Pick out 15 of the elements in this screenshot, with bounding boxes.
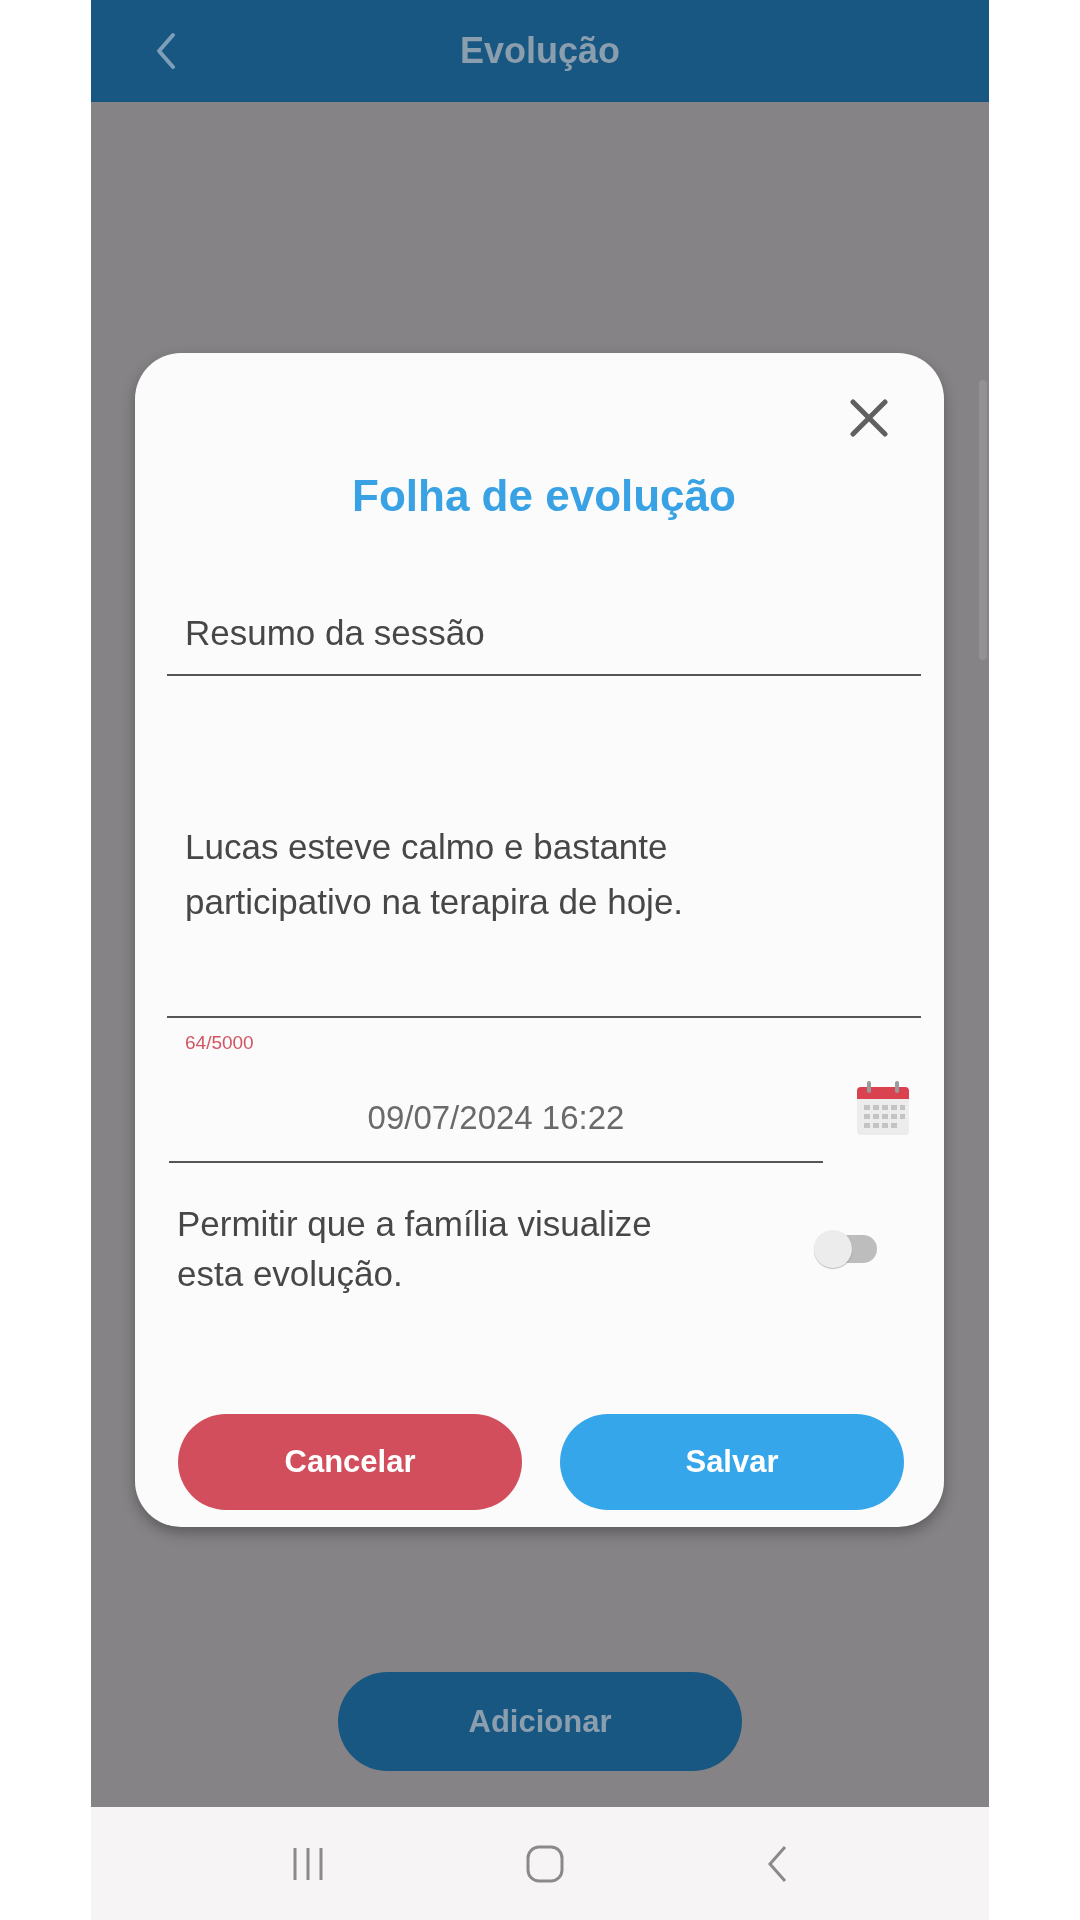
dialog-title: Folha de evolução xyxy=(351,470,737,522)
add-button[interactable]: Adicionar xyxy=(338,1672,742,1771)
recent-apps-icon[interactable] xyxy=(291,1845,325,1882)
home-icon[interactable] xyxy=(525,1843,565,1884)
back-icon[interactable] xyxy=(765,1843,789,1884)
visibility-switch[interactable] xyxy=(813,1229,879,1269)
toggle-label: Permitir que a família visualize esta evolução. xyxy=(177,1203,653,1295)
summary-field[interactable]: Resumo da sessão xyxy=(167,600,921,676)
screen-title: Evolução xyxy=(459,30,621,72)
notes-field[interactable]: Lucas esteve calmo e bastante participativo na terapira de hoje. xyxy=(167,676,921,1018)
save-button[interactable]: Salvar xyxy=(560,1414,904,1510)
date-field[interactable]: 09/07/2024 16:22 xyxy=(169,1065,823,1163)
close-icon[interactable] xyxy=(850,399,888,437)
character-counter: 64/5000 xyxy=(184,1031,255,1055)
cancel-button[interactable]: Cancelar xyxy=(178,1414,522,1510)
